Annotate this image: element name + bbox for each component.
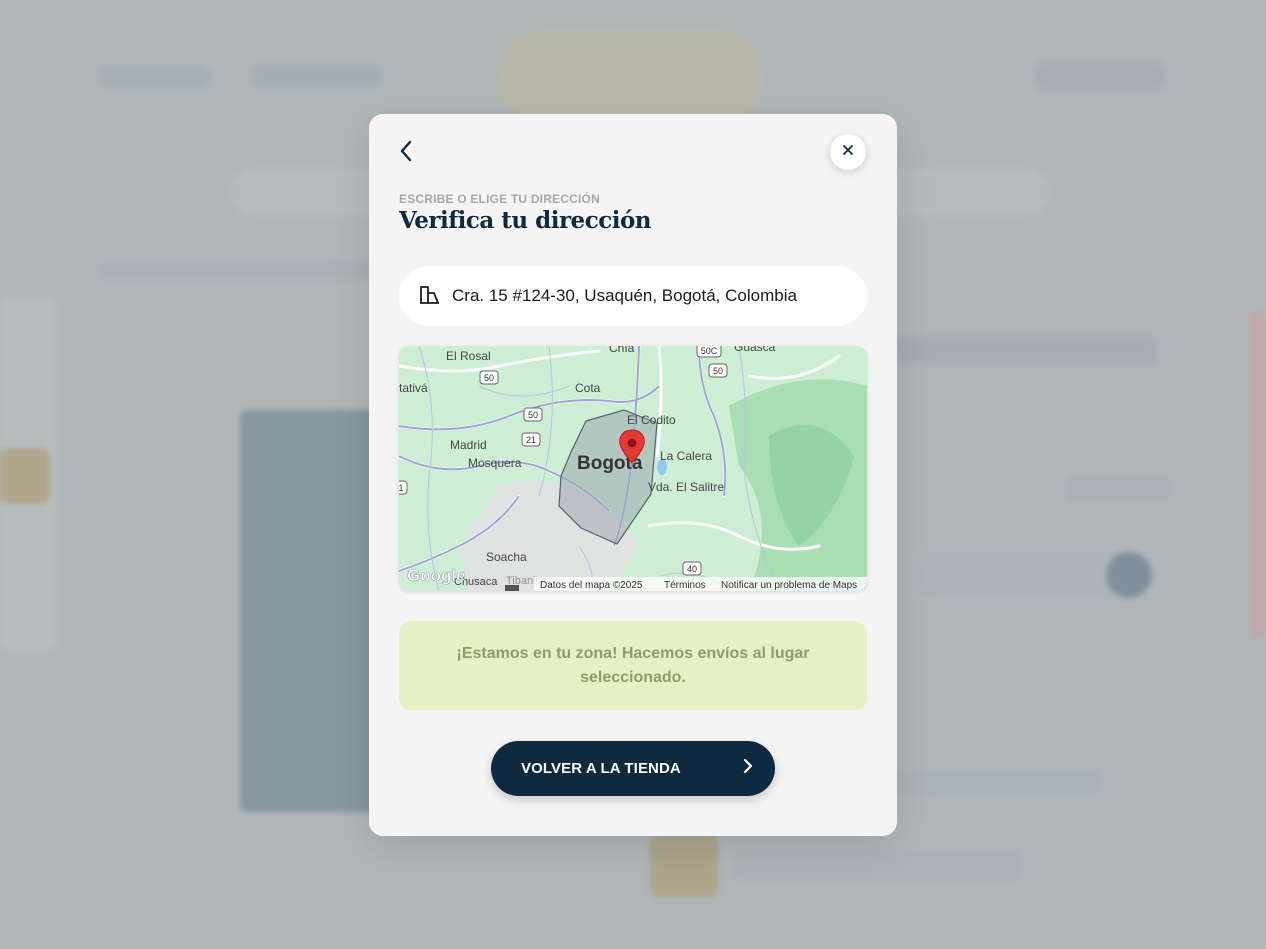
svg-text:21: 21 (526, 435, 536, 445)
map-place-la-calera: La Calera (660, 449, 712, 463)
road-shield-40: 40 (682, 561, 702, 576)
map-place-guasca: Guasca (734, 346, 776, 354)
svg-text:50: 50 (713, 366, 723, 376)
svg-text:40: 40 (687, 564, 697, 574)
svg-text:50C: 50C (701, 346, 718, 356)
address-modal: ESCRIBE O ELIGE TU DIRECCIÓN Verifica tu… (369, 114, 897, 836)
map-place-mosquera: Mosquera (468, 456, 522, 470)
modal-title: Verifica tu dirección (399, 207, 652, 234)
map-terms-link[interactable]: Términos (664, 580, 706, 591)
map-place-el-rosal: El Rosal (446, 349, 491, 363)
road-shield-21: 21 (521, 432, 541, 447)
map-attribution: Datos del mapa ©2025 (540, 580, 643, 591)
svg-text:50: 50 (484, 373, 494, 383)
map-place-chia: Chía (609, 346, 635, 355)
map-report-link[interactable]: Notificar un problema de Maps (721, 580, 857, 591)
google-logo: Google (407, 566, 466, 585)
svg-text:50: 50 (528, 410, 538, 420)
coverage-notice: ¡Estamos en tu zona! Hacemos envíos al l… (399, 621, 867, 710)
chevron-left-icon (399, 140, 413, 167)
building-icon (419, 284, 440, 309)
map-place-el-salitre: Vda. El Salitre (648, 480, 724, 494)
modal-eyebrow: ESCRIBE O ELIGE TU DIRECCIÓN (399, 192, 600, 206)
close-icon (842, 143, 854, 161)
road-shield-50d: 50 (708, 363, 728, 378)
map-place-cota: Cota (575, 381, 601, 395)
road-shield-50a: 50 (479, 370, 499, 385)
road-shield-50c: 50C (696, 346, 722, 358)
map-keyboard-icon[interactable] (505, 585, 519, 591)
back-button[interactable] (393, 138, 419, 168)
svg-text:1: 1 (399, 483, 404, 493)
address-field[interactable]: Cra. 15 #124-30, Usaquén, Bogotá, Colomb… (399, 266, 867, 326)
map-place-tativa: tativá (399, 381, 428, 395)
map-place-soacha: Soacha (486, 550, 527, 564)
chevron-right-icon (743, 758, 753, 779)
close-button[interactable] (830, 134, 866, 170)
map-place-madrid: Madrid (450, 438, 487, 452)
back-to-store-label: VOLVER A LA TIENDA (521, 760, 681, 777)
back-to-store-button[interactable]: VOLVER A LA TIENDA (491, 741, 775, 796)
map-view[interactable]: El Rosal Chía Guasca tativá Cota El Codi… (399, 346, 867, 591)
address-value: Cra. 15 #124-30, Usaquén, Bogotá, Colomb… (452, 286, 797, 305)
map-place-el-codito: El Codito (627, 413, 676, 427)
road-shield-50b: 50 (523, 407, 543, 422)
road-shield-1: 1 (399, 480, 408, 495)
